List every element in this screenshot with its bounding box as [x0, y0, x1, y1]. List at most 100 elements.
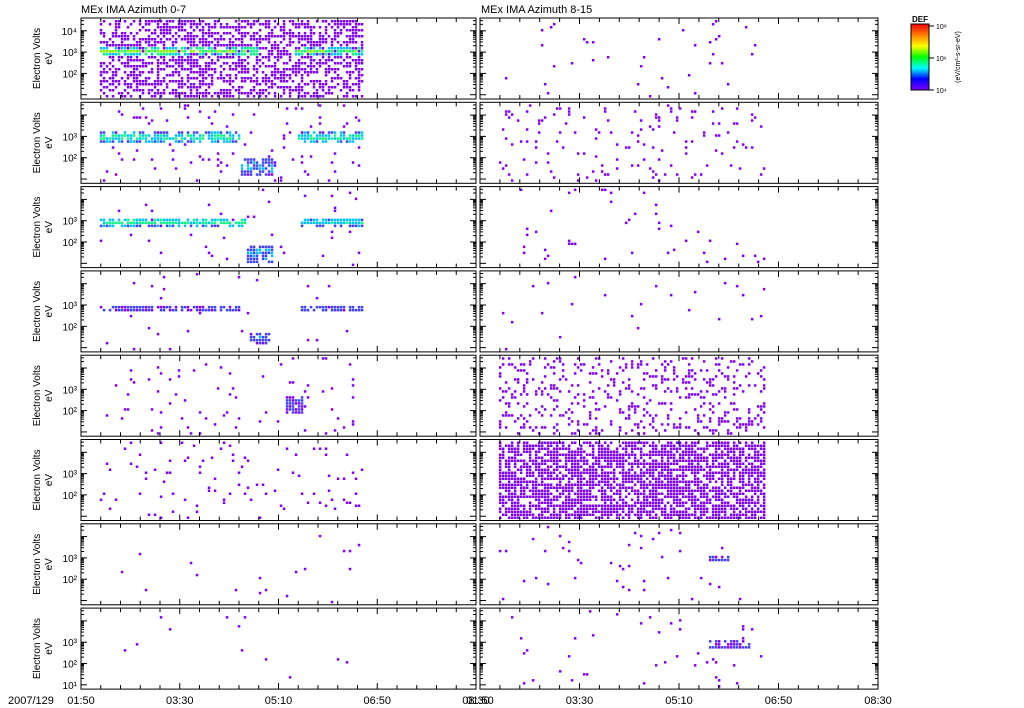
- data-cell: [174, 167, 178, 170]
- data-cell: [144, 50, 148, 53]
- data-cell: [573, 188, 577, 192]
- data-cell: [174, 59, 178, 62]
- data-cell: [303, 38, 307, 41]
- data-cell: [627, 507, 631, 510]
- data-cell: [639, 516, 643, 519]
- data-cell: [321, 95, 325, 98]
- data-cell: [99, 305, 103, 309]
- data-cell: [585, 453, 589, 456]
- data-cell: [540, 471, 544, 474]
- data-cell: [708, 402, 712, 405]
- data-cell: [189, 308, 193, 312]
- data-cell: [699, 420, 703, 423]
- data-cell: [636, 507, 640, 510]
- data-cell: [501, 483, 505, 486]
- data-cell: [639, 387, 643, 390]
- data-cell: [168, 459, 172, 462]
- data-cell: [594, 357, 598, 360]
- data-cell: [585, 492, 589, 495]
- data-cell: [210, 41, 214, 44]
- data-cell: [552, 468, 556, 471]
- data-cell: [318, 59, 322, 62]
- data-cell: [321, 218, 325, 222]
- y-tick-label: 10³: [63, 132, 78, 143]
- data-cell: [654, 203, 658, 207]
- data-cell: [639, 510, 643, 513]
- data-cell: [138, 137, 142, 140]
- data-cell: [624, 221, 628, 225]
- data-cell: [252, 32, 256, 35]
- data-cell: [258, 251, 262, 255]
- data-cell: [624, 387, 628, 390]
- data-cell: [186, 116, 190, 119]
- data-cell: [108, 221, 112, 225]
- data-cell: [348, 140, 352, 143]
- data-cell: [162, 59, 166, 62]
- data-cell: [192, 65, 196, 68]
- data-cell: [255, 260, 259, 264]
- data-cell: [312, 137, 316, 140]
- data-cell: [300, 35, 304, 38]
- data-cell: [675, 375, 679, 378]
- data-cell: [201, 50, 205, 53]
- data-cell: [270, 158, 274, 161]
- data-cell: [330, 80, 334, 83]
- data-cell: [249, 167, 253, 170]
- data-cell: [606, 486, 610, 489]
- data-cell: [264, 341, 268, 345]
- data-cell: [636, 510, 640, 513]
- data-cell: [537, 462, 541, 465]
- data-cell: [513, 456, 517, 459]
- data-cell: [342, 50, 346, 53]
- data-cell: [273, 65, 277, 68]
- data-cell: [327, 221, 331, 225]
- data-cell: [168, 224, 172, 228]
- data-cell: [279, 95, 283, 98]
- data-cell: [186, 456, 190, 459]
- data-cell: [306, 396, 310, 399]
- data-cell: [192, 23, 196, 26]
- data-cell: [264, 74, 268, 77]
- data-cell: [135, 53, 139, 56]
- data-cell: [516, 444, 520, 447]
- data-cell: [252, 35, 256, 38]
- data-cell: [249, 47, 253, 50]
- data-cell: [240, 170, 244, 173]
- data-cell: [198, 41, 202, 44]
- data-cell: [207, 486, 211, 489]
- data-cell: [126, 62, 130, 65]
- data-cell: [687, 381, 691, 384]
- data-cell: [624, 366, 628, 369]
- data-cell: [177, 65, 181, 68]
- data-cell: [198, 140, 202, 143]
- data-cell: [345, 95, 349, 98]
- data-cell: [132, 89, 136, 92]
- data-cell: [516, 381, 520, 384]
- data-cell: [234, 20, 238, 23]
- data-cell: [150, 305, 154, 309]
- data-cell: [246, 215, 250, 219]
- data-cell: [654, 113, 658, 116]
- data-cell: [234, 396, 238, 399]
- data-cell: [603, 495, 607, 498]
- data-cell: [288, 402, 292, 405]
- data-cell: [243, 44, 247, 47]
- data-cell: [222, 221, 226, 225]
- data-cell: [705, 369, 709, 372]
- data-cell: [360, 50, 364, 53]
- data-cell: [330, 38, 334, 41]
- data-cell: [354, 477, 358, 480]
- data-cell: [171, 221, 175, 225]
- data-cell: [309, 38, 313, 41]
- data-cell: [522, 516, 526, 519]
- data-cell: [342, 137, 346, 140]
- data-cell: [624, 513, 628, 516]
- data-cell: [642, 408, 646, 411]
- data-cell: [552, 498, 556, 501]
- data-cell: [525, 462, 529, 465]
- data-cell: [630, 504, 634, 507]
- data-cell: [630, 441, 634, 444]
- data-cell: [129, 308, 133, 312]
- data-cell: [573, 453, 577, 456]
- data-cell: [135, 116, 139, 119]
